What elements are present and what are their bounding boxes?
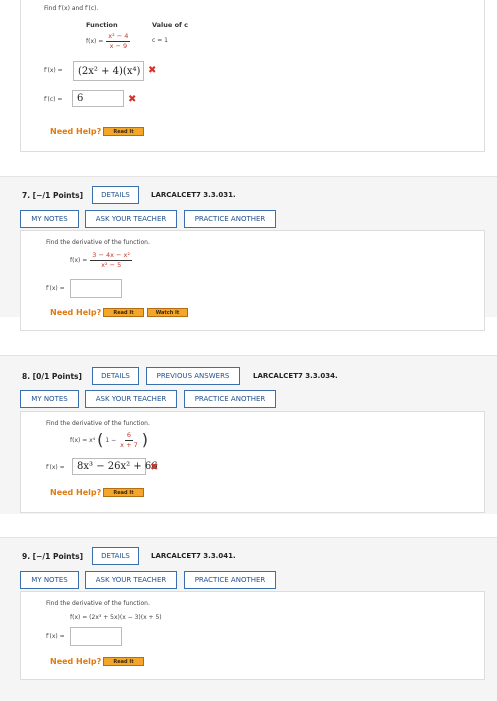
q6-prompt: Find f′(x) and f′(c). <box>44 5 99 12</box>
q7-read-it-button[interactable]: Read It <box>103 308 144 317</box>
q7-header: 7. [−/1 Points] <box>22 191 83 200</box>
q9-prompt: Find the derivative of the function. <box>46 600 150 607</box>
q7-f-label: f(x) = <box>70 256 88 264</box>
q7-practice-another-button[interactable]: PRACTICE ANOTHER <box>184 210 276 228</box>
q8-my-notes-button[interactable]: MY NOTES <box>20 390 79 408</box>
q9-ask-teacher-button[interactable]: ASK YOUR TEACHER <box>85 571 177 589</box>
q9-read-it-button[interactable]: Read It <box>103 657 144 666</box>
q6-fprime-input[interactable]: (2x² + 4)(x⁴) <box>73 61 144 81</box>
q7-code: LARCALCET7 3.3.031. <box>151 191 236 199</box>
q8-code: LARCALCET7 3.3.034. <box>253 372 338 380</box>
q7-watch-it-button[interactable]: Watch It <box>147 308 188 317</box>
x-mark-icon: ✖ <box>150 462 159 473</box>
q8-f-label: f(x) = x⁴ <box>70 436 96 444</box>
q6-f-label: f(x) = <box>86 37 104 45</box>
q7-ask-teacher-button[interactable]: ASK YOUR TEACHER <box>85 210 177 228</box>
q9-fprime-input[interactable] <box>70 627 122 646</box>
q6-c-value: c = 1 <box>152 37 168 44</box>
q8-f-inner: 1 − <box>105 436 117 444</box>
right-paren-icon: ) <box>141 430 148 449</box>
q7-need-help: Need Help? <box>50 308 102 317</box>
q8-details-button[interactable]: DETAILS <box>92 367 139 385</box>
q7-my-notes-button[interactable]: MY NOTES <box>20 210 79 228</box>
q6-value-header: Value of c <box>152 21 188 29</box>
q9-need-help: Need Help? <box>50 657 102 666</box>
q8-practice-another-button[interactable]: PRACTICE ANOTHER <box>184 390 276 408</box>
q8-header: 8. [0/1 Points] <box>22 372 82 381</box>
q8-fprime-label: f′(x) = <box>46 464 65 471</box>
q8-function: f(x) = x⁴ ( 1 − 6 x + 7 ) <box>70 432 148 448</box>
q6-fprime-c-label: f′(c) = <box>44 96 63 103</box>
q8-f-fraction: 6 x + 7 <box>118 432 140 448</box>
q8-f-numerator: 6 <box>124 431 134 441</box>
q6-fprime-c-input[interactable]: 6 <box>72 90 124 107</box>
x-mark-icon: ✖ <box>128 94 137 105</box>
q7-f-fraction: 3 − 4x − x² x² − 5 <box>90 251 133 269</box>
q6-f-denominator: x − 9 <box>109 41 128 50</box>
q9-header: 9. [−/1 Points] <box>22 552 83 561</box>
q9-code: LARCALCET7 3.3.041. <box>151 552 236 560</box>
q8-previous-answers-button[interactable]: PREVIOUS ANSWERS <box>146 367 240 385</box>
q8-read-it-button[interactable]: Read It <box>103 488 144 497</box>
q7-details-button[interactable]: DETAILS <box>92 186 139 204</box>
q8-need-help: Need Help? <box>50 488 102 497</box>
q9-details-button[interactable]: DETAILS <box>92 547 139 565</box>
q8-f-denominator: x + 7 <box>120 440 138 449</box>
q6-read-it-button[interactable]: Read It <box>103 127 144 136</box>
q6-fprime-label: f′(x) = <box>44 67 63 74</box>
q9-fprime-label: f′(x) = <box>46 633 65 640</box>
q8-fprime-input[interactable]: 8x³ − 26x² + 66 <box>72 458 158 475</box>
q6-need-help: Need Help? <box>50 127 102 136</box>
q7-fprime-input[interactable] <box>70 279 122 298</box>
q9-my-notes-button[interactable]: MY NOTES <box>20 571 79 589</box>
left-paren-icon: ( <box>97 430 104 449</box>
q7-f-numerator: 3 − 4x − x² <box>90 251 133 261</box>
q8-ask-teacher-button[interactable]: ASK YOUR TEACHER <box>85 390 177 408</box>
q6-f-numerator: x² − 4 <box>106 32 131 42</box>
q9-function: f(x) = (2x³ + 5x)(x − 3)(x + 5) <box>70 614 162 621</box>
q6-f-fraction: x² − 4 x − 9 <box>106 32 131 50</box>
q7-f-denominator: x² − 5 <box>101 260 122 269</box>
q7-fprime-label: f′(x) = <box>46 285 65 292</box>
q7-function: f(x) = 3 − 4x − x² x² − 5 <box>70 251 133 269</box>
q7-prompt: Find the derivative of the function. <box>46 239 150 246</box>
x-mark-icon: ✖ <box>148 65 157 76</box>
q9-practice-another-button[interactable]: PRACTICE ANOTHER <box>184 571 276 589</box>
q8-prompt: Find the derivative of the function. <box>46 420 150 427</box>
q6-function: f(x) = x² − 4 x − 9 <box>86 32 131 50</box>
q6-function-header: Function <box>86 21 118 29</box>
